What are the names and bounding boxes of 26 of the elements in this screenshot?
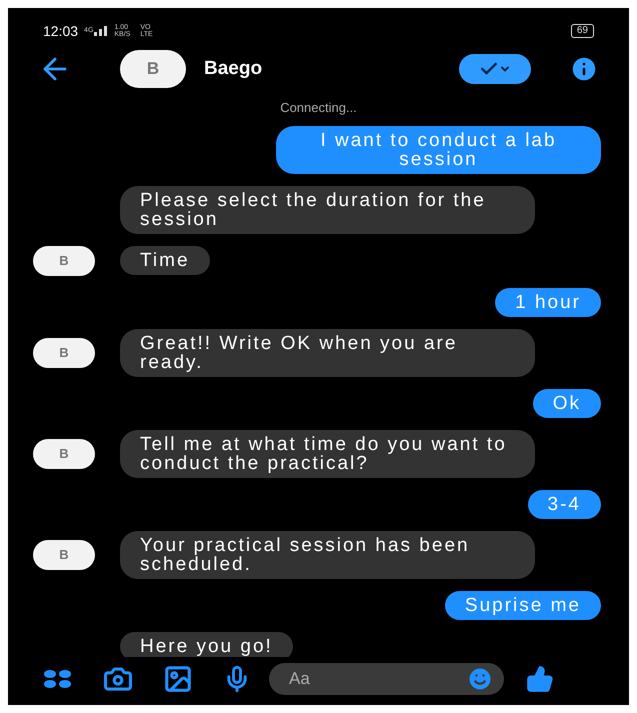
signal-icon xyxy=(94,26,108,36)
message-bubble: I want to conduct a lab session xyxy=(276,126,601,174)
message-field[interactable]: Aa xyxy=(269,663,504,695)
image-icon[interactable] xyxy=(163,664,193,694)
message-bubble: Tell me at what time do you want to conduct the practical? xyxy=(120,430,535,478)
apps-icon[interactable] xyxy=(43,669,73,689)
connection-status: Connecting... xyxy=(280,99,357,117)
status-dropdown[interactable] xyxy=(459,54,531,84)
message-bubble: Great!! Write OK when you are ready. xyxy=(120,328,535,376)
avatar: B xyxy=(33,338,95,368)
avatar: B xyxy=(33,540,95,570)
message-bubble: Your practical session has been scheduled. xyxy=(120,530,535,578)
message-bubble: Time xyxy=(120,246,210,275)
avatar: B xyxy=(120,50,186,88)
message-bubble: Suprise me xyxy=(444,590,601,620)
message-bubble: Ok xyxy=(532,388,601,418)
message-bubble: Please select the duration for the session xyxy=(120,186,535,234)
message-bubble: Here you go! xyxy=(120,632,293,657)
like-icon[interactable] xyxy=(526,665,554,693)
battery-icon: 69 xyxy=(570,24,594,38)
avatar: B xyxy=(33,438,95,468)
contact-name: Baego xyxy=(204,56,262,81)
message-bubble: 1 hour xyxy=(495,288,601,316)
avatar: B xyxy=(33,246,95,276)
message-bubble: 3-4 xyxy=(528,490,601,518)
status-time: 12:03 xyxy=(43,22,78,40)
